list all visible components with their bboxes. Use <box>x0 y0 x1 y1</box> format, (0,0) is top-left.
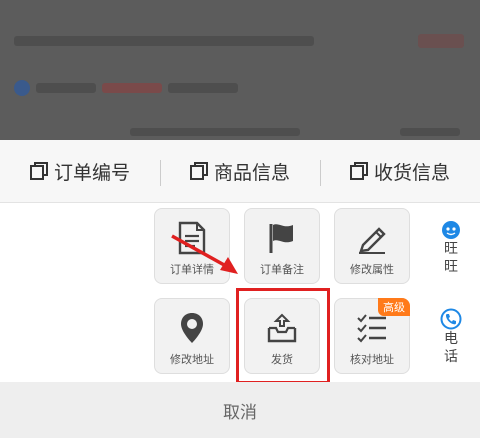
copy-shipping-info-label: 收货信息 <box>373 161 450 184</box>
blurred-text <box>14 36 314 46</box>
premium-badge: 高级 <box>378 298 410 316</box>
verify-address-button[interactable]: 高级 核对地址 <box>334 298 410 374</box>
blurred-text <box>400 128 460 136</box>
copy-order-number-button[interactable]: 订单编号 <box>0 158 160 185</box>
blurred-text <box>130 128 300 136</box>
verify-address-label: 核对地址 <box>350 353 394 366</box>
blurred-text <box>36 83 96 93</box>
edit-attributes-label: 修改属性 <box>350 263 394 276</box>
copy-product-info-label: 商品信息 <box>213 161 290 184</box>
dimmed-background <box>0 0 480 140</box>
cancel-label: 取消 <box>223 402 257 423</box>
copy-order-number-label: 订单编号 <box>53 161 130 184</box>
location-pin-icon <box>181 313 203 343</box>
ship-highlight-box <box>236 288 330 384</box>
copy-shipping-info-button[interactable]: 收货信息 <box>320 158 480 186</box>
edit-attributes-button[interactable]: 修改属性 <box>334 208 410 284</box>
checklist-icon <box>357 314 386 343</box>
order-note-button[interactable]: 订单备注 <box>244 208 320 284</box>
order-detail-label: 订单详情 <box>170 263 214 276</box>
copy-icon <box>189 162 208 180</box>
copy-bar: 订单编号 商品信息 收货信息 <box>0 140 480 203</box>
wangwang-label: 旺旺 <box>444 241 458 275</box>
pencil-icon <box>359 227 386 254</box>
cancel-button[interactable]: 取消 <box>0 382 480 438</box>
blurred-text <box>102 83 162 93</box>
order-detail-button[interactable]: 订单详情 <box>154 208 230 284</box>
blurred-avatar <box>14 80 30 96</box>
blurred-button <box>418 34 464 48</box>
copy-product-info-button[interactable]: 商品信息 <box>160 158 320 186</box>
blurred-text <box>168 83 238 93</box>
wangwang-icon <box>442 221 460 239</box>
edit-address-label: 修改地址 <box>170 353 214 366</box>
phone-button[interactable]: 电话 <box>436 308 466 366</box>
copy-icon <box>29 162 48 180</box>
edit-address-button[interactable]: 修改地址 <box>154 298 230 374</box>
copy-icon <box>349 162 368 180</box>
document-icon <box>178 221 206 255</box>
phone-label: 电话 <box>444 331 458 365</box>
order-note-label: 订单备注 <box>260 263 304 276</box>
phone-icon <box>440 308 462 330</box>
flag-icon <box>269 224 293 253</box>
wangwang-button[interactable]: 旺旺 <box>436 220 466 276</box>
